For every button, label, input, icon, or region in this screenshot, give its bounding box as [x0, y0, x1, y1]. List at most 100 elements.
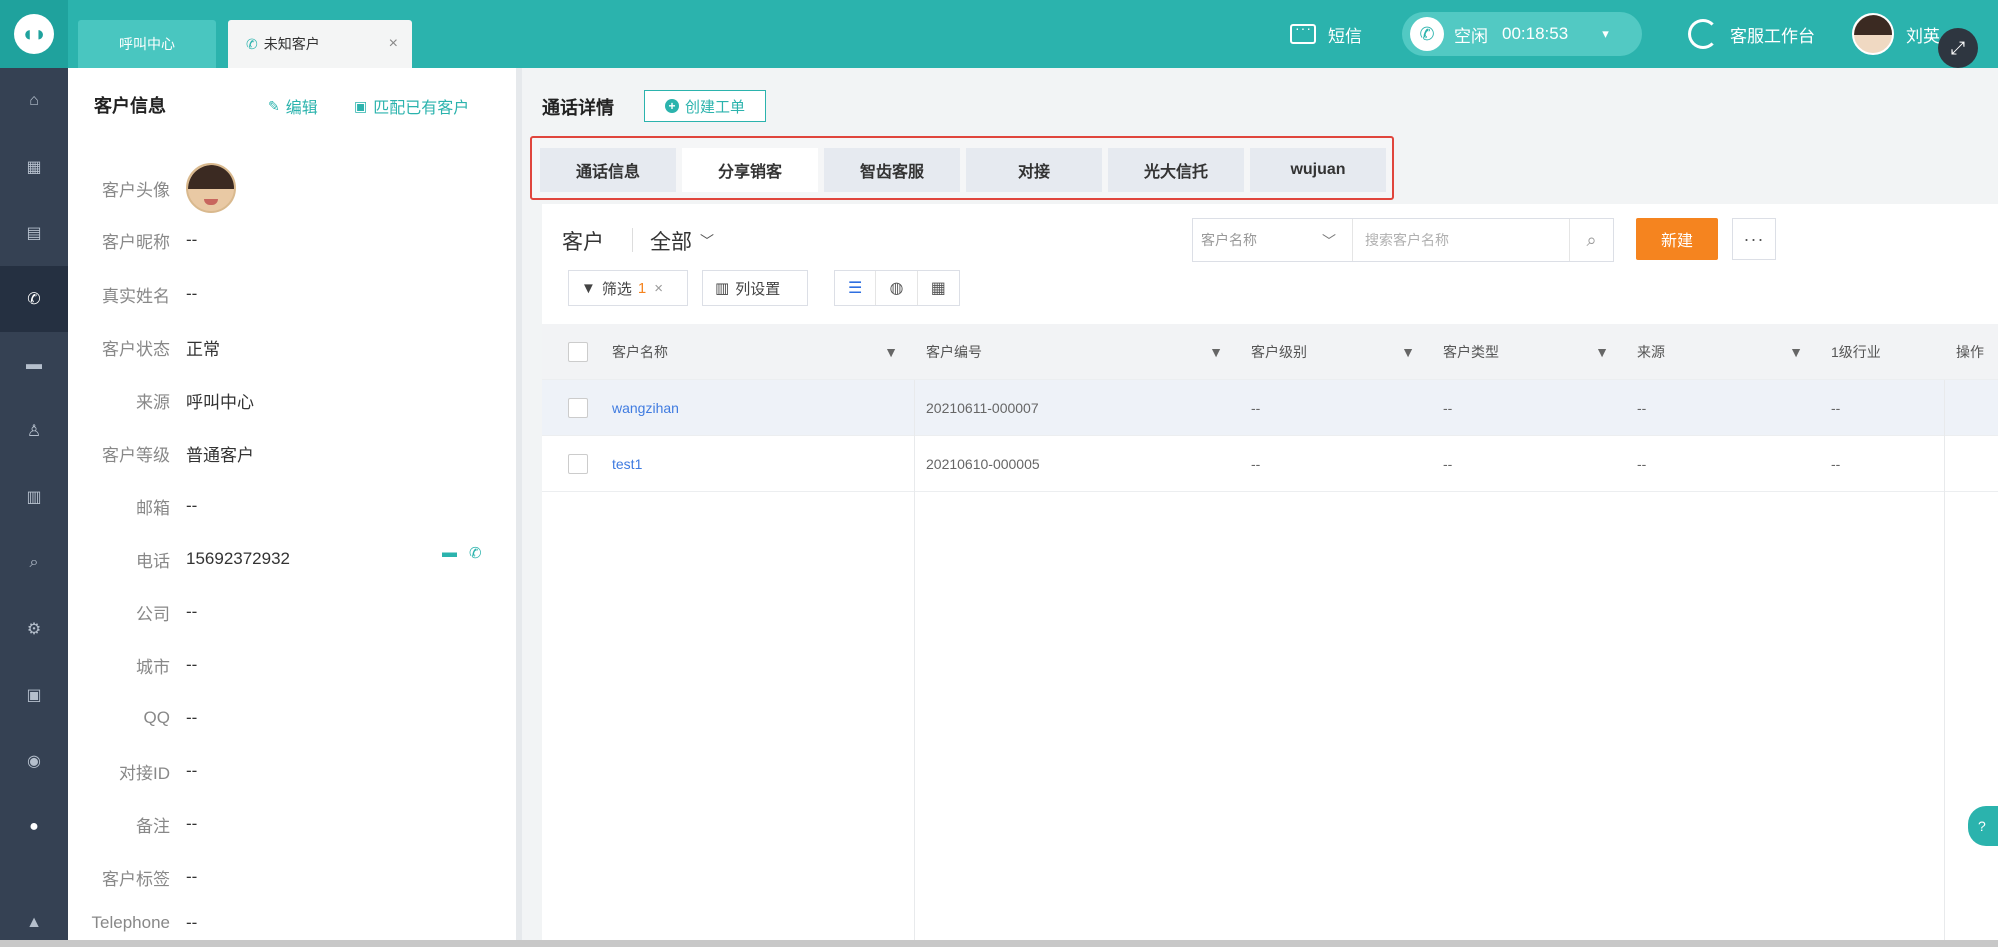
- app-logo[interactable]: ◖◗: [0, 0, 68, 68]
- tab-call-info[interactable]: 通话信息: [540, 148, 676, 192]
- tab-label: 通话信息: [575, 164, 640, 181]
- globe-view-icon[interactable]: ◍: [876, 271, 918, 305]
- message-icon[interactable]: ▬: [442, 544, 457, 562]
- field-value: 正常: [186, 339, 220, 359]
- sms-button[interactable]: 短信: [1290, 0, 1362, 68]
- tab-label: 智齿客服: [859, 164, 924, 181]
- column-header: 客户编号 ▼: [914, 324, 1239, 380]
- phone-icon[interactable]: ✆: [469, 544, 482, 562]
- search-type-select[interactable]: 客户名称 ﹀: [1193, 219, 1353, 261]
- bottom-edge: [0, 940, 1998, 947]
- chart-icon[interactable]: ▥: [0, 464, 68, 530]
- monitor-icon[interactable]: ▣: [0, 662, 68, 728]
- search-input[interactable]: 搜索客户名称: [1353, 230, 1569, 250]
- field-label: 客户头像: [102, 180, 170, 200]
- field-label: 客户标签: [102, 869, 170, 889]
- customer-info-panel: 客户信息 ✎ 编辑 ▣ 匹配已有客户 客户头像 客户昵称 -- 真实姓名 -- 客户状态…: [68, 68, 516, 947]
- tab-integration[interactable]: 对接: [966, 148, 1102, 192]
- edit-label: 编辑: [285, 100, 318, 117]
- phone-actions: ▬ ✆: [442, 544, 482, 562]
- field-telephone: Telephone --: [68, 908, 516, 938]
- message-icon: [1290, 20, 1316, 44]
- filter-icon[interactable]: ▼: [1209, 344, 1223, 360]
- filter-label: 筛选: [601, 280, 632, 298]
- customer-name-link[interactable]: test1: [612, 456, 642, 472]
- field-label: 客户状态: [102, 339, 170, 359]
- filter-icon[interactable]: ▼: [884, 344, 898, 360]
- workbench-label: 客服工作台: [1730, 26, 1815, 46]
- filter-icon[interactable]: ▼: [1789, 344, 1803, 360]
- tab-wujuan[interactable]: wujuan: [1250, 148, 1386, 192]
- close-icon[interactable]: ×: [389, 35, 398, 53]
- workbench-button[interactable]: 客服工作台: [1688, 0, 1815, 68]
- chat-icon[interactable]: ▬: [0, 332, 68, 398]
- column-header: 客户名称 ▼: [600, 324, 914, 380]
- match-customer-button[interactable]: ▣ 匹配已有客户: [354, 94, 469, 118]
- scope-select[interactable]: 全部 ﹀: [650, 226, 714, 256]
- field-value: --: [186, 708, 198, 727]
- document-icon[interactable]: ▤: [0, 200, 68, 266]
- table-row[interactable]: wangzihan 20210611-000007 -- -- -- --: [542, 380, 1998, 436]
- column-settings-button[interactable]: ▥ 列设置: [702, 270, 808, 306]
- table-row[interactable]: test1 20210610-000005 -- -- -- --: [542, 436, 1998, 492]
- field-avatar: 客户头像: [68, 160, 516, 216]
- help-chat-icon[interactable]: ?: [1968, 806, 1998, 846]
- tab-label: 未知客户: [263, 36, 320, 52]
- filter-icon[interactable]: ▼: [1401, 344, 1415, 360]
- globe-icon[interactable]: ◉: [0, 728, 68, 794]
- field-value: --: [186, 230, 198, 249]
- column-settings-label: 列设置: [735, 280, 781, 298]
- status-pill[interactable]: ✆ 空闲 00:18:53 ▾: [1402, 12, 1642, 56]
- field-label: 客户等级: [102, 445, 170, 465]
- field-value: --: [186, 814, 198, 833]
- grid-icon[interactable]: ▦: [0, 134, 68, 200]
- home-icon[interactable]: ⌂: [0, 68, 68, 134]
- tab-unknown-customer[interactable]: ✆ 未知客户 ×: [228, 20, 412, 68]
- field-value: 15692372932: [186, 549, 291, 568]
- plus-icon: +: [664, 99, 679, 113]
- field-city: 城市 --: [68, 650, 516, 680]
- field-value: --: [186, 496, 198, 515]
- more-button[interactable]: ···: [1732, 218, 1776, 260]
- avatar: [1852, 13, 1894, 55]
- customer-level-cell: --: [1251, 400, 1261, 416]
- field-label: 邮箱: [136, 498, 170, 518]
- column-label: 客户编号: [926, 344, 982, 360]
- field-real-name: 真实姓名 --: [68, 279, 516, 309]
- new-button[interactable]: 新建: [1636, 218, 1718, 260]
- customer-name-link[interactable]: wangzihan: [612, 400, 679, 416]
- row-checkbox[interactable]: [568, 454, 588, 474]
- search-icon[interactable]: ⌕: [0, 530, 68, 596]
- tab-call-center[interactable]: 呼叫中心: [78, 20, 216, 68]
- tab-share-sales[interactable]: 分享销客: [682, 148, 818, 192]
- phone-icon[interactable]: ✆: [0, 266, 68, 332]
- filter-icon[interactable]: ▼: [1595, 344, 1609, 360]
- person-icon[interactable]: ♙: [0, 398, 68, 464]
- fullscreen-icon[interactable]: ⤢: [1938, 28, 1978, 68]
- field-value: --: [186, 761, 198, 780]
- settings-icon[interactable]: ⚙: [0, 596, 68, 662]
- create-ticket-button[interactable]: + 创建工单: [644, 90, 766, 122]
- customer-type-cell: --: [1443, 456, 1453, 472]
- sidebar: ⌂ ▦ ▤ ✆ ▬ ♙ ▥ ⌕ ⚙ ▣ ◉ ● ▲: [0, 68, 68, 947]
- row-checkbox[interactable]: [568, 398, 588, 418]
- search-icon[interactable]: ⌕: [1569, 219, 1613, 261]
- column-header: 来源 ▼: [1625, 324, 1819, 380]
- bell-icon[interactable]: ▲: [0, 890, 68, 947]
- list-view-icon[interactable]: ☰: [835, 271, 877, 305]
- card-view-icon[interactable]: ▦: [918, 271, 959, 305]
- tab-everbright-trust[interactable]: 光大信托: [1108, 148, 1244, 192]
- dropdown-icon: ▾: [1602, 26, 1609, 41]
- clear-filter-icon[interactable]: ×: [654, 280, 663, 297]
- pencil-icon: ✎: [268, 97, 280, 114]
- edit-button[interactable]: ✎ 编辑: [268, 94, 318, 118]
- call-detail-title: 通话详情: [542, 98, 614, 118]
- filter-button[interactable]: ▼ 筛选 1 ×: [568, 270, 688, 306]
- select-all-checkbox[interactable]: [568, 342, 588, 362]
- chevron-down-icon: ﹀: [1322, 233, 1336, 249]
- agent-status[interactable]: ✆ 空闲 00:18:53 ▾: [1402, 0, 1642, 68]
- user-menu[interactable]: 刘英: [1852, 0, 1940, 68]
- column-header: 客户类型 ▼: [1431, 324, 1625, 380]
- tab-sobot[interactable]: 智齿客服: [824, 148, 960, 192]
- user-circle-icon[interactable]: ●: [0, 794, 68, 860]
